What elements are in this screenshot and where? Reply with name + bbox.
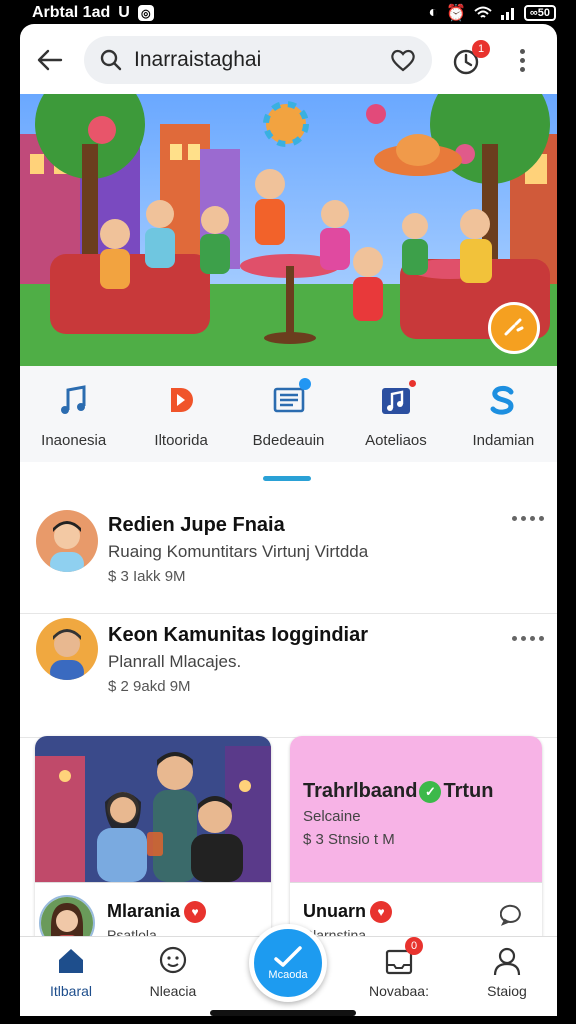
feed-card[interactable]: Trahrlbaand ✓ Trtun Selcaine $ 3 Stnsio t … <box>290 736 542 966</box>
list-icon <box>271 378 311 418</box>
dot-icon <box>539 636 544 641</box>
music-album-icon <box>378 380 416 418</box>
search-bar[interactable]: Inarraistaghai <box>84 36 432 84</box>
hero-banner[interactable] <box>20 94 557 366</box>
search-icon <box>100 49 122 71</box>
card-name: Unuarn ♥ <box>303 901 392 924</box>
vibrate-icon: ◐ <box>428 4 438 21</box>
category-label: Iltoorida <box>154 432 208 449</box>
compose-icon <box>274 946 302 967</box>
top-bar: Inarraistaghai 1 <box>20 24 557 94</box>
item-subtitle: Planrall Mlacajes. <box>108 652 242 671</box>
status-carrier: Arbtal 1ad <box>32 4 111 21</box>
avatar[interactable] <box>36 510 98 572</box>
battery-indicator: ∞50 <box>523 5 556 21</box>
app-notification-icon: ◎ <box>137 5 154 21</box>
card-name: Mlarania ♥ <box>107 901 207 924</box>
card-title: Trahrlbaand ✓ Trtun <box>303 780 494 803</box>
nav-label: Itlbaral <box>49 983 93 999</box>
hero-illustration <box>20 94 557 366</box>
heart-icon: ♥ <box>184 901 207 924</box>
category-label: Indamian <box>472 432 535 449</box>
dot-icon <box>519 48 525 54</box>
dot-icon <box>519 57 525 63</box>
wifi-icon <box>474 6 492 18</box>
category-item-1[interactable]: Iltoorida <box>127 366 234 462</box>
dot-icon <box>512 516 517 521</box>
arrow-left-icon <box>37 49 63 71</box>
nav-home[interactable]: Itlbaral <box>26 945 116 999</box>
notification-badge: 1 <box>472 40 490 58</box>
scroll-indicator <box>263 476 311 481</box>
signal-icon <box>500 8 514 20</box>
card-subtitle: Selcaine <box>303 808 361 825</box>
more-options-button[interactable] <box>508 46 536 74</box>
card-meta: $ 3 Stnsio t M <box>303 831 395 848</box>
item-meta: $ 3 Iakk 9M <box>108 568 186 585</box>
nav-label: Staiog <box>487 983 527 999</box>
nav-profile[interactable]: Staiog <box>462 945 552 999</box>
chat-smile-icon <box>157 945 189 977</box>
comment-icon[interactable] <box>500 903 524 927</box>
item-meta: $ 2 9akd 9M <box>108 678 191 695</box>
alarm-icon: ⏰ <box>446 5 466 22</box>
category-item-2[interactable]: Bdedeauin <box>235 366 342 462</box>
category-item-4[interactable]: Indamian <box>450 366 557 462</box>
more-options-button[interactable] <box>512 636 544 641</box>
compose-button[interactable]: Mcaoda <box>249 924 327 1002</box>
s-logo-icon <box>485 382 521 418</box>
sparkle-icon <box>504 318 524 336</box>
nav-inbox[interactable]: 0 Novabaa: <box>354 937 444 999</box>
dot-icon <box>530 516 535 521</box>
list-item[interactable]: Redien Jupe Fnaia Ruaing Komuntitars Vir… <box>20 494 557 614</box>
category-label: Inaonesia <box>41 432 107 449</box>
app-window: Inarraistaghai 1 Inaonesia Iltoorida Bde… <box>20 24 557 1016</box>
category-item-3[interactable]: Aoteliaos <box>342 366 449 462</box>
status-bar: Arbtal 1ad U ◎ ◐ ⏰ ∞50 <box>0 0 576 26</box>
back-button[interactable] <box>34 44 66 76</box>
heart-icon: ♥ <box>370 901 392 924</box>
notification-badge: 0 <box>405 937 423 955</box>
item-subtitle: Ruaing Komuntitars Virtunj Virtdda <box>108 542 369 561</box>
badge-dot <box>408 380 416 387</box>
check-icon: ✓ <box>419 780 442 803</box>
heart-outline-icon[interactable] <box>390 48 416 72</box>
search-input[interactable]: Inarraistaghai <box>134 48 390 72</box>
category-item-0[interactable]: Inaonesia <box>20 366 127 462</box>
dot-icon <box>530 636 535 641</box>
hero-action-button[interactable] <box>488 302 540 354</box>
item-title: Redien Jupe Fnaia <box>108 514 285 536</box>
dot-icon <box>512 636 517 641</box>
item-title: Keon Kamunitas Ioggindiar <box>108 624 369 646</box>
dot-icon <box>519 66 525 72</box>
badge-dot <box>298 378 311 390</box>
compose-label: Mcaoda <box>268 969 308 981</box>
dot-icon <box>521 516 526 521</box>
history-button[interactable]: 1 <box>450 40 490 78</box>
nav-label: Novabaa: <box>369 983 429 999</box>
dot-icon <box>521 636 526 641</box>
dot-icon <box>539 516 544 521</box>
avatar[interactable] <box>36 618 98 680</box>
nav-messages[interactable]: Nleacia <box>128 945 218 999</box>
more-options-button[interactable] <box>512 516 544 521</box>
card-image <box>35 736 271 882</box>
feed-card[interactable]: Mlarania ♥ Psatlola <box>35 736 271 966</box>
home-icon <box>55 945 87 977</box>
category-label: Bdedeauin <box>252 432 325 449</box>
category-row: Inaonesia Iltoorida Bdedeauin Aoteliaos <box>20 366 557 462</box>
list-item[interactable]: Keon Kamunitas Ioggindiar Planrall Mlaca… <box>20 618 557 738</box>
inbox-icon: 0 <box>383 937 423 977</box>
nav-label: Nleacia <box>149 983 197 999</box>
d-play-icon <box>163 382 199 418</box>
profile-icon <box>491 945 523 977</box>
notification-u-icon: U <box>118 4 130 21</box>
home-indicator[interactable] <box>210 1010 356 1016</box>
category-label: Aoteliaos <box>365 432 427 449</box>
music-note-icon <box>56 382 92 418</box>
